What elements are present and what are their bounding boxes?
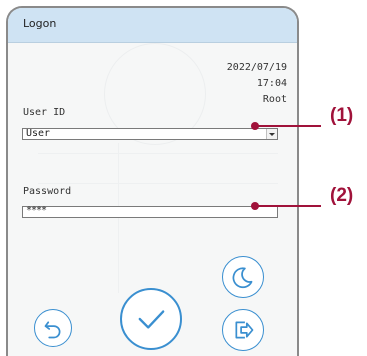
callout-line-2 bbox=[255, 205, 321, 207]
session-info: 2022/07/19 17:04 Root bbox=[227, 60, 287, 108]
logon-panel: 2022/07/19 17:04 Root User ID User Passw… bbox=[8, 43, 297, 356]
callout-label-2: (2) bbox=[330, 185, 354, 206]
title-bar: Logon bbox=[8, 8, 297, 43]
sleep-button[interactable] bbox=[222, 256, 264, 298]
background-watermark-line bbox=[118, 143, 119, 293]
password-label: Password bbox=[23, 186, 72, 197]
callout-dot-2 bbox=[251, 202, 259, 210]
callout-line-1 bbox=[255, 125, 321, 127]
callout-label-1: (1) bbox=[330, 105, 354, 126]
logout-icon bbox=[235, 321, 254, 339]
logout-button[interactable] bbox=[222, 309, 264, 351]
dropdown-arrow-icon[interactable] bbox=[266, 129, 277, 139]
background-watermark-line bbox=[38, 153, 278, 154]
user-id-label: User ID bbox=[23, 107, 66, 118]
checkmark-icon bbox=[138, 310, 165, 329]
background-watermark-line bbox=[38, 183, 278, 184]
back-button[interactable] bbox=[34, 309, 72, 347]
user-id-select[interactable]: User bbox=[22, 128, 278, 140]
user-id-value: User bbox=[26, 128, 51, 139]
time-text: 17:04 bbox=[256, 78, 287, 89]
callout-dot-1 bbox=[251, 122, 259, 130]
password-field[interactable]: **** bbox=[22, 205, 278, 218]
date-text: 2022/07/19 bbox=[226, 62, 287, 73]
undo-icon bbox=[44, 321, 61, 339]
password-value: **** bbox=[26, 205, 47, 216]
confirm-button[interactable] bbox=[120, 288, 182, 350]
logon-window: Logon 2022/07/19 17:04 Root User ID User… bbox=[6, 6, 299, 356]
moon-icon bbox=[232, 267, 253, 289]
current-user-text: Root bbox=[262, 94, 287, 105]
window-title: Logon bbox=[23, 17, 57, 30]
